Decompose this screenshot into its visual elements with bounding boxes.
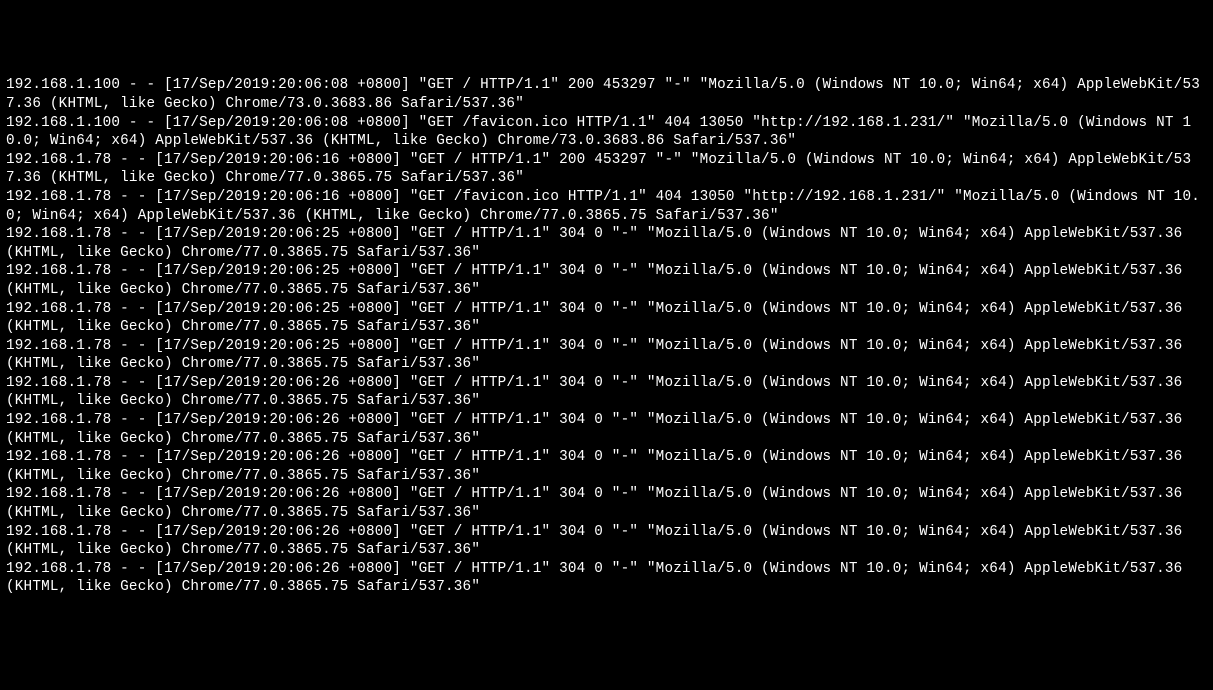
log-entry: 192.168.1.100 - - [17/Sep/2019:20:06:08 … (6, 115, 1191, 150)
log-entry: 192.168.1.78 - - [17/Sep/2019:20:06:26 +… (6, 412, 1191, 447)
log-entry: 192.168.1.78 - - [17/Sep/2019:20:06:16 +… (6, 189, 1200, 224)
log-entry: 192.168.1.78 - - [17/Sep/2019:20:06:25 +… (6, 301, 1191, 336)
log-entry: 192.168.1.78 - - [17/Sep/2019:20:06:25 +… (6, 263, 1191, 298)
log-entry: 192.168.1.78 - - [17/Sep/2019:20:06:26 +… (6, 375, 1191, 410)
log-entry: 192.168.1.78 - - [17/Sep/2019:20:06:26 +… (6, 486, 1191, 521)
log-entry: 192.168.1.78 - - [17/Sep/2019:20:06:16 +… (6, 152, 1191, 187)
log-entry: 192.168.1.78 - - [17/Sep/2019:20:06:26 +… (6, 561, 1191, 596)
log-entry: 192.168.1.100 - - [17/Sep/2019:20:06:08 … (6, 77, 1200, 112)
log-entry: 192.168.1.78 - - [17/Sep/2019:20:06:26 +… (6, 449, 1191, 484)
terminal-log-output[interactable]: 192.168.1.100 - - [17/Sep/2019:20:06:08 … (6, 76, 1207, 597)
log-entry: 192.168.1.78 - - [17/Sep/2019:20:06:25 +… (6, 226, 1191, 261)
log-entry: 192.168.1.78 - - [17/Sep/2019:20:06:25 +… (6, 338, 1191, 373)
log-entry: 192.168.1.78 - - [17/Sep/2019:20:06:26 +… (6, 524, 1191, 559)
